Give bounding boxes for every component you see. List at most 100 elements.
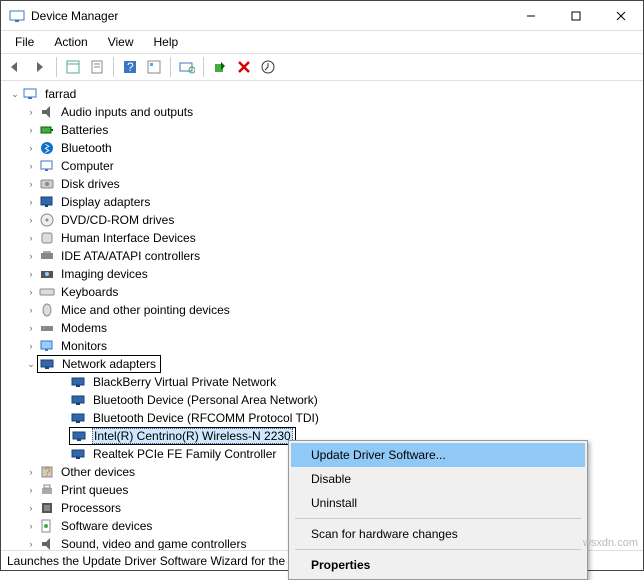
- scan-button[interactable]: [176, 56, 198, 78]
- item-label: Computer: [59, 158, 116, 174]
- tree-root[interactable]: ⌄ farrad: [3, 85, 643, 103]
- item-label: Realtek PCIe FE Family Controller: [91, 446, 278, 462]
- expand-icon[interactable]: ›: [25, 305, 37, 315]
- item-label: Imaging devices: [59, 266, 150, 282]
- expand-icon[interactable]: ›: [25, 233, 37, 243]
- menu-update-driver[interactable]: Update Driver Software...: [291, 443, 585, 467]
- expand-icon[interactable]: ›: [25, 107, 37, 117]
- network-adapter-icon: [71, 392, 87, 408]
- device-icon: [39, 536, 55, 550]
- item-label: Other devices: [59, 464, 137, 480]
- expand-icon[interactable]: ›: [25, 323, 37, 333]
- device-icon: [39, 104, 55, 120]
- tree-category[interactable]: › Monitors: [3, 337, 643, 355]
- properties-button[interactable]: [86, 56, 108, 78]
- separator: [170, 57, 171, 77]
- minimize-button[interactable]: [508, 1, 553, 31]
- tree-category[interactable]: › Bluetooth: [3, 139, 643, 157]
- view-button[interactable]: [143, 56, 165, 78]
- tree-category[interactable]: › Computer: [3, 157, 643, 175]
- expand-icon[interactable]: ›: [25, 179, 37, 189]
- item-label: Bluetooth Device (RFCOMM Protocol TDI): [91, 410, 321, 426]
- collapse-icon[interactable]: ⌄: [9, 89, 21, 100]
- item-label: Mice and other pointing devices: [59, 302, 232, 318]
- window-title: Device Manager: [31, 9, 508, 23]
- expand-icon[interactable]: ›: [25, 485, 37, 495]
- tree-category[interactable]: › Mice and other pointing devices: [3, 301, 643, 319]
- tree-category[interactable]: › Batteries: [3, 121, 643, 139]
- help-button[interactable]: ?: [119, 56, 141, 78]
- item-label: Human Interface Devices: [59, 230, 198, 246]
- item-label: Display adapters: [59, 194, 152, 210]
- maximize-button[interactable]: [553, 1, 598, 31]
- item-label: BlackBerry Virtual Private Network: [91, 374, 278, 390]
- separator: [56, 57, 57, 77]
- device-icon: [39, 338, 55, 354]
- device-icon: [39, 194, 55, 210]
- context-menu: Update Driver Software... Disable Uninst…: [288, 440, 588, 580]
- tree-category[interactable]: › Imaging devices: [3, 265, 643, 283]
- expand-icon[interactable]: ›: [25, 287, 37, 297]
- menu-help[interactable]: Help: [146, 33, 187, 51]
- tree-category[interactable]: › Modems: [3, 319, 643, 337]
- expand-icon[interactable]: ›: [25, 161, 37, 171]
- tree-category[interactable]: › Audio inputs and outputs: [3, 103, 643, 121]
- expand-icon[interactable]: ›: [25, 467, 37, 477]
- menubar: File Action View Help: [1, 31, 643, 53]
- tree-category[interactable]: › Display adapters: [3, 193, 643, 211]
- device-icon: [39, 482, 55, 498]
- tree-category-network[interactable]: ⌄ Network adapters: [3, 355, 643, 373]
- tree-category[interactable]: › Keyboards: [3, 283, 643, 301]
- tree-category[interactable]: › IDE ATA/ATAPI controllers: [3, 247, 643, 265]
- separator: [113, 57, 114, 77]
- network-adapter-icon: [71, 446, 87, 462]
- expand-icon[interactable]: ›: [25, 341, 37, 351]
- menu-file[interactable]: File: [7, 33, 42, 51]
- item-label: Bluetooth Device (Personal Area Network): [91, 392, 320, 408]
- expand-icon[interactable]: ›: [25, 197, 37, 207]
- network-adapter-icon: [71, 374, 87, 390]
- menu-separator: [295, 549, 581, 550]
- watermark: wsxdn.com: [583, 537, 638, 549]
- close-button[interactable]: [598, 1, 643, 31]
- tree-category[interactable]: › Disk drives: [3, 175, 643, 193]
- network-adapter-icon: [71, 410, 87, 426]
- expand-icon[interactable]: ›: [25, 503, 37, 513]
- menu-action[interactable]: Action: [46, 33, 95, 51]
- expand-icon[interactable]: ›: [25, 251, 37, 261]
- expand-icon[interactable]: ›: [25, 125, 37, 135]
- tree-category[interactable]: › Human Interface Devices: [3, 229, 643, 247]
- device-icon: [39, 320, 55, 336]
- device-icon: [39, 158, 55, 174]
- forward-button[interactable]: [29, 56, 51, 78]
- enable-button[interactable]: [209, 56, 231, 78]
- item-label: Sound, video and game controllers: [59, 536, 248, 550]
- network-icon: [40, 356, 56, 372]
- tree-device[interactable]: Bluetooth Device (RFCOMM Protocol TDI): [3, 409, 643, 427]
- expand-icon[interactable]: ›: [25, 269, 37, 279]
- uninstall-button[interactable]: [233, 56, 255, 78]
- tree-device[interactable]: BlackBerry Virtual Private Network: [3, 373, 643, 391]
- titlebar: Device Manager: [1, 1, 643, 31]
- expand-icon[interactable]: ›: [25, 143, 37, 153]
- menu-disable[interactable]: Disable: [291, 467, 585, 491]
- menu-view[interactable]: View: [100, 33, 142, 51]
- svg-text:?: ?: [127, 60, 134, 74]
- expand-icon[interactable]: ›: [25, 539, 37, 549]
- device-icon: [39, 176, 55, 192]
- tree-device[interactable]: Bluetooth Device (Personal Area Network): [3, 391, 643, 409]
- tree-category[interactable]: › DVD/CD-ROM drives: [3, 211, 643, 229]
- show-hide-button[interactable]: [62, 56, 84, 78]
- expand-icon[interactable]: ›: [25, 215, 37, 225]
- expand-icon[interactable]: ›: [25, 521, 37, 531]
- item-label: Bluetooth: [59, 140, 114, 156]
- collapse-icon[interactable]: ⌄: [25, 359, 37, 370]
- item-label: Monitors: [59, 338, 109, 354]
- menu-scan[interactable]: Scan for hardware changes: [291, 522, 585, 546]
- device-icon: [39, 302, 55, 318]
- menu-properties[interactable]: Properties: [291, 553, 585, 577]
- toolbar: ?: [1, 53, 643, 81]
- menu-uninstall[interactable]: Uninstall: [291, 491, 585, 515]
- back-button[interactable]: [5, 56, 27, 78]
- update-button[interactable]: [257, 56, 279, 78]
